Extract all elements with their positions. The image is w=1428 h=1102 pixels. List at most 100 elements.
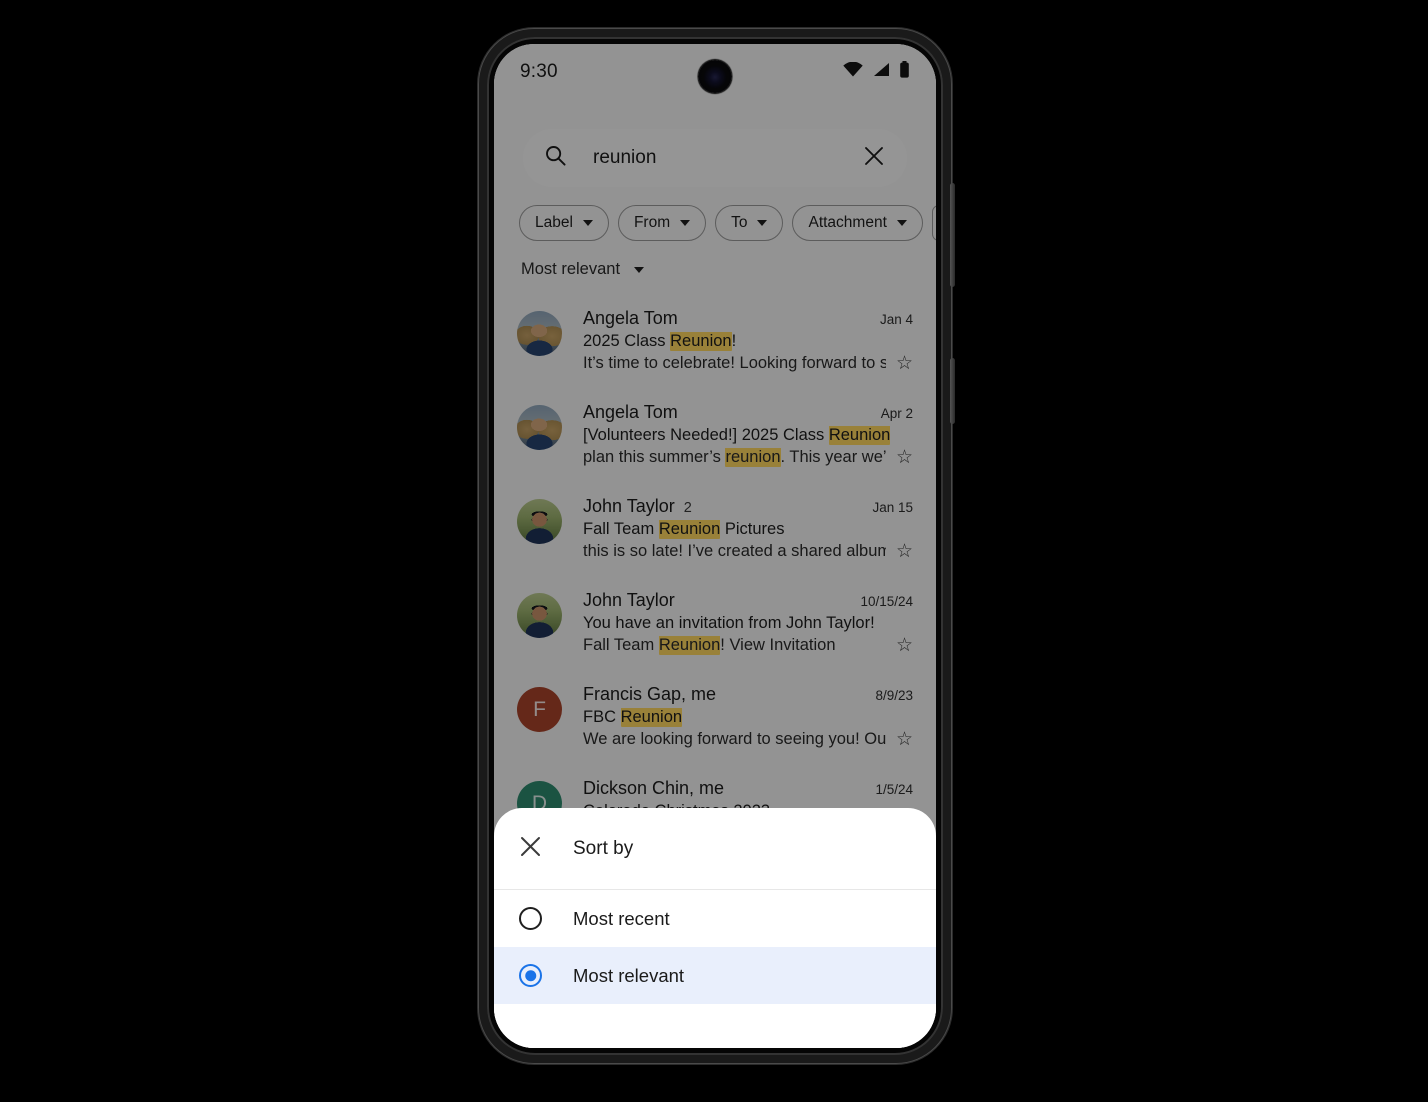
email-list-item[interactable]: F Francis Gap, me 8/9/23 FBC Reunion We are … — [494, 672, 936, 766]
email-content: Angela Tom Jan 4 2025 Class Reunion! It’s t… — [583, 308, 913, 380]
email-header-line: John Taylor 2 Jan 15 — [583, 496, 913, 517]
search-term-highlight: Reunion — [828, 426, 891, 445]
email-snippet-line: It’s time to celebrate! Looking forward … — [583, 354, 913, 373]
avatar-initial[interactable]: F — [517, 687, 562, 732]
email-subject: FBC Reunion — [583, 708, 683, 727]
email-header-line: Angela Tom Apr 2 — [583, 402, 913, 423]
search-icon — [545, 145, 566, 171]
star-outline-icon[interactable]: ☆ — [896, 354, 913, 373]
chip-label-text: Attachment — [808, 214, 887, 231]
search-term-highlight: Reunion — [658, 636, 721, 655]
avatar-photo[interactable] — [517, 311, 562, 356]
radio-button-unchecked[interactable] — [519, 907, 542, 930]
status-time: 9:30 — [520, 61, 558, 82]
radio-button-checked[interactable] — [519, 964, 542, 987]
email-content: John Taylor 2 Jan 15 Fall Team Reunion Pict… — [583, 496, 913, 568]
star-outline-icon[interactable]: ☆ — [896, 542, 913, 561]
star-outline-icon[interactable]: ☆ — [896, 730, 913, 749]
chip-label-text: From — [633, 214, 671, 231]
filter-chip-from[interactable]: From — [617, 205, 707, 241]
email-sender: Dickson Chin, me — [583, 778, 725, 798]
power-button[interactable] — [950, 358, 955, 424]
email-sender: Francis Gap, me — [583, 684, 717, 704]
search-input[interactable]: reunion — [593, 147, 863, 169]
email-date: 8/9/23 — [875, 688, 913, 703]
front-camera-cutout — [698, 60, 732, 93]
email-subject: [Volunteers Needed!] 2025 Class Reunion — [583, 426, 891, 445]
email-header-line: Francis Gap, me 8/9/23 — [583, 684, 913, 705]
sheet-footer-spacer — [494, 1004, 936, 1048]
sheet-title: Sort by — [573, 837, 634, 859]
search-term-highlight: Reunion — [670, 332, 732, 351]
email-content: John Taylor 10/15/24 You have an invitatio… — [583, 590, 913, 662]
email-content: Francis Gap, me 8/9/23 FBC Reunion We are l… — [583, 684, 913, 756]
star-outline-icon[interactable]: ☆ — [896, 448, 913, 467]
email-content: Angela Tom Apr 2 [Volunteers Needed!] 2025… — [583, 402, 913, 474]
email-snippet: this is so late! I’ve created a shared a… — [583, 542, 886, 560]
email-snippet-line: We are looking forward to seeing you! Ou… — [583, 730, 913, 749]
chevron-down-icon — [896, 220, 907, 226]
email-subject: Fall Team Reunion Pictures — [583, 520, 785, 539]
email-date: Apr 2 — [880, 406, 913, 421]
filter-chip-row: Label From To Attachment — [519, 205, 936, 241]
phone-screen: 9:30 reunion Label From To Attachment Mo… — [494, 44, 936, 1048]
chevron-down-icon — [634, 266, 645, 273]
email-snippet-line: this is so late! I’ve created a shared a… — [583, 542, 913, 561]
email-sender: Angela Tom — [583, 308, 678, 328]
email-snippet: It’s time to celebrate! Looking forward … — [583, 354, 886, 372]
email-sender: John Taylor — [583, 496, 675, 516]
sort-by-label: Most relevant — [521, 260, 621, 278]
filter-chip-label[interactable]: Label — [519, 205, 609, 241]
email-date: 10/15/24 — [860, 594, 913, 609]
email-date: Jan 15 — [872, 500, 913, 515]
clear-search-icon[interactable] — [863, 145, 885, 172]
chevron-down-icon — [680, 220, 691, 226]
sort-by-bottom-sheet: Sort by Most recent Most relevant — [494, 808, 936, 1048]
chip-label-text: To — [731, 214, 748, 231]
search-term-highlight: Reunion — [658, 520, 721, 539]
email-header-line: Dickson Chin, me 1/5/24 — [583, 778, 913, 799]
email-header-line: Angela Tom Jan 4 — [583, 308, 913, 329]
filter-chip-to[interactable]: To — [715, 205, 784, 241]
volume-rocker-button[interactable] — [950, 183, 955, 287]
sort-option-most-relevant[interactable]: Most relevant — [494, 947, 936, 1004]
wifi-icon — [843, 61, 863, 82]
email-sender: John Taylor — [583, 590, 675, 610]
chip-label-text: Label — [535, 214, 573, 231]
search-term-highlight: reunion — [725, 448, 781, 467]
email-sender: Angela Tom — [583, 402, 678, 422]
email-snippet: We are looking forward to seeing you! Ou… — [583, 730, 886, 748]
avatar-photo[interactable] — [517, 593, 562, 638]
sort-by-dropdown[interactable]: Most relevant — [521, 260, 645, 279]
email-list-item[interactable]: John Taylor 2 Jan 15 Fall Team Reunion Pict… — [494, 484, 936, 578]
email-subject: 2025 Class Reunion! — [583, 332, 737, 351]
search-bar[interactable]: reunion — [523, 129, 907, 187]
email-snippet: plan this summer’s reunion. This year we… — [583, 448, 886, 467]
filter-chip-overflow-partial[interactable] — [931, 205, 936, 241]
email-subject: You have an invitation from John Taylor! — [583, 614, 875, 632]
close-icon[interactable] — [519, 835, 542, 863]
status-icons — [843, 61, 910, 83]
email-snippet: Fall Team Reunion! View Invitation — [583, 636, 836, 655]
sort-option-most-recent[interactable]: Most recent — [494, 890, 936, 947]
thread-count: 2 — [683, 500, 692, 516]
chevron-down-icon — [757, 220, 768, 226]
email-date: 1/5/24 — [875, 782, 913, 797]
email-snippet-line: Fall Team Reunion! View Invitation ☆ — [583, 636, 913, 655]
email-list-item[interactable]: John Taylor 10/15/24 You have an invitatio… — [494, 578, 936, 672]
sort-option-label: Most relevant — [573, 964, 685, 986]
email-date: Jan 4 — [879, 312, 913, 327]
sheet-header: Sort by — [494, 808, 936, 890]
email-snippet-line: plan this summer’s reunion. This year we… — [583, 448, 913, 467]
cellular-signal-icon — [872, 62, 890, 82]
chevron-down-icon — [582, 220, 593, 226]
star-outline-icon[interactable]: ☆ — [896, 636, 913, 655]
filter-chip-attachment[interactable]: Attachment — [792, 205, 923, 241]
email-header-line: John Taylor 10/15/24 — [583, 590, 913, 611]
email-list-item[interactable]: Angela Tom Apr 2 [Volunteers Needed!] 2025… — [494, 390, 936, 484]
battery-icon — [899, 61, 910, 83]
sort-option-label: Most recent — [573, 907, 670, 929]
email-list-item[interactable]: Angela Tom Jan 4 2025 Class Reunion! It’s t… — [494, 296, 936, 390]
avatar-photo[interactable] — [517, 405, 562, 450]
avatar-photo[interactable] — [517, 499, 562, 544]
